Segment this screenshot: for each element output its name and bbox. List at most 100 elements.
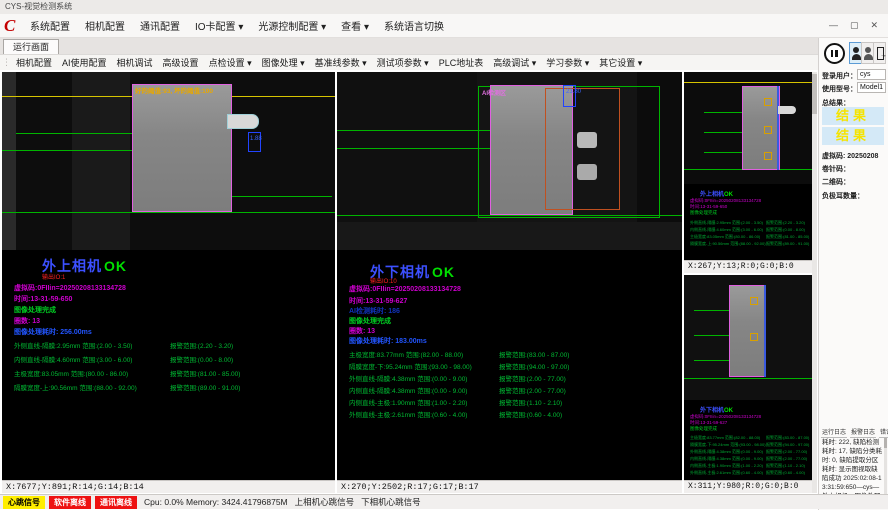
- menu-item[interactable]: 光源控制配置 ▾: [258, 18, 326, 33]
- measurement-alarm: 报警范围:(2.20 - 3.20): [766, 220, 805, 226]
- qr-code-label: 二维码：: [822, 177, 850, 187]
- roi-box: [545, 88, 620, 210]
- mini-camera-panel-top: 外上相机OK 虚拟码:0FIIin=20250208133134728 时间:1…: [684, 72, 812, 273]
- menu-item[interactable]: IO卡配置 ▾: [195, 18, 243, 33]
- measurement-value: 内侧直线-隔膜:4.38mm 范围:(0.00 - 9.00): [690, 456, 763, 462]
- measurement-value: 主极宽度:83.77mm 范围:(82.00 - 88.00): [690, 435, 760, 441]
- io-line: 输出IO:1: [42, 272, 65, 281]
- minimize-button[interactable]: —: [829, 20, 838, 31]
- log-scrollbar[interactable]: [884, 438, 887, 502]
- toolbar-button[interactable]: AI使用配置: [62, 56, 107, 69]
- measurement-value: 主极宽度:83.05mm 范围:(80.00 - 86.00): [14, 368, 128, 378]
- user-icon: [852, 54, 861, 60]
- toolbar-button[interactable]: 图像处理 ▾: [262, 56, 305, 69]
- measurement-value: 主极宽度:83.05mm 范围:(80.00 - 86.00): [690, 234, 760, 240]
- measurement-alarm: 报警范围:(94.00 - 97.00): [766, 442, 809, 448]
- measurement-row: 隔膜宽度-上:90.56mm 范围:(88.00 - 92.00) 报警范围:(…: [14, 382, 324, 396]
- measurement-value: 外侧直线-隔膜:4.38mm 范围:(0.00 - 9.00): [349, 373, 467, 383]
- menu-item[interactable]: 系统配置: [30, 18, 70, 33]
- image-band: [2, 72, 16, 250]
- measurement-alarm: 报警范围:(2.20 - 3.20): [170, 340, 233, 350]
- measurement-value: 主极宽度:83.77mm 范围:(82.00 - 88.00): [349, 349, 463, 359]
- toolbar-button[interactable]: 相机调试: [117, 56, 153, 69]
- menu-item[interactable]: 通讯配置: [140, 18, 180, 33]
- measurement-list: 外侧直线-隔膜:2.95mm 范围:(2.00 - 3.50) 报警范围:(2.…: [14, 340, 324, 396]
- measurement-row: 外侧直线-主极:2.61mm 范围:(0.60 - 4.00) 报警范围:(0.…: [690, 470, 808, 477]
- log-tab[interactable]: 错误日志: [879, 426, 888, 438]
- toolbar-grip-icon[interactable]: ⋮: [2, 57, 11, 68]
- measurement-alarm: 报警范围:(1.10 - 2.10): [499, 397, 562, 407]
- control-buttons: →: [821, 42, 887, 66]
- menu-item[interactable]: 系统语言切换: [384, 18, 444, 33]
- upper-camera-heartbeat: 上相机心跳信号: [295, 496, 355, 508]
- vertical-scrollbar[interactable]: [812, 72, 817, 493]
- toolbar-button[interactable]: 高级设置: [163, 56, 199, 69]
- toolbar-button[interactable]: 高级调试 ▾: [493, 56, 536, 69]
- toolbar-button[interactable]: 学习参数 ▾: [546, 56, 589, 69]
- mini-camera-title: 外上相机OK: [700, 189, 733, 198]
- pixel-status-bar: X:270;Y:2502;R:17;G:17;B:17: [337, 480, 682, 493]
- toolbar-button[interactable]: 相机配置: [16, 56, 52, 69]
- lower-camera-heartbeat: 下相机心跳信号: [361, 496, 421, 508]
- toolbar-button[interactable]: PLC地址表: [439, 56, 484, 69]
- menu-item[interactable]: 相机配置: [85, 18, 125, 33]
- measurement-alarm: 报警范围:(81.00 - 85.00): [170, 368, 240, 378]
- overlay-line: [337, 148, 490, 149]
- left-camera-image[interactable]: 好的阈值:93, 坏的阈值:100 1.88: [2, 72, 335, 250]
- left-camera-panel: 好的阈值:93, 坏的阈值:100 1.88 外上相机OK 输出IO:1 虚拟码…: [2, 72, 335, 493]
- mini-image[interactable]: [684, 72, 812, 184]
- maximize-button[interactable]: ▢: [850, 20, 859, 31]
- status-badge: 通讯离线: [95, 496, 137, 509]
- log-tab[interactable]: 运行日志: [821, 426, 847, 438]
- marker-box: [750, 333, 758, 341]
- middle-camera-image[interactable]: 23.80 AI检测区: [337, 72, 682, 250]
- mini-image[interactable]: [684, 275, 812, 400]
- scrollbar-thumb[interactable]: [812, 74, 817, 114]
- overlay-line: [694, 335, 729, 336]
- measurement-alarm: 报警范围:(0.60 - 4.00): [499, 409, 562, 419]
- exit-button[interactable]: →: [873, 42, 886, 64]
- measurement-value: 外侧直线-隔膜:2.95mm 范围:(2.00 - 3.50): [690, 220, 763, 226]
- overlay-line: [704, 152, 744, 153]
- measurement-row: 主极宽度:83.77mm 范围:(82.00 - 88.00) 报警范围:(83…: [690, 435, 808, 442]
- measurement-alarm: 报警范围:(89.00 - 91.00): [170, 382, 240, 392]
- login-user-value[interactable]: cys: [857, 69, 886, 80]
- window-controls: — ▢ ✕: [829, 20, 888, 31]
- measurement-value: 隔膜宽度-上:90.56mm 范围:(88.00 - 92.00): [14, 382, 137, 392]
- toolbar-button[interactable]: 基准线参数 ▾: [315, 56, 367, 69]
- overlay-line: [704, 112, 744, 113]
- overlay-line: [684, 82, 812, 83]
- window-title: CYS-视觉检测系统: [0, 0, 888, 14]
- model-value[interactable]: Model1: [857, 82, 886, 93]
- pause-button[interactable]: [824, 43, 845, 64]
- measurement-row: 内侧直线-隔膜:4.38mm 范围:(0.00 - 9.00) 报警范围:(2.…: [690, 456, 808, 463]
- mini-done: 图像处理完成: [690, 210, 717, 216]
- close-button[interactable]: ✕: [870, 20, 878, 31]
- toolbar-button[interactable]: 其它设置 ▾: [599, 56, 642, 69]
- bolt-highlight: [577, 132, 597, 148]
- measurement-row: 内侧直线-隔膜:4.38mm 范围:(0.00 - 9.00) 报警范围:(2.…: [349, 385, 669, 397]
- measurement-value: 隔膜宽度-下:95.24mm 范围:(93.00 - 98.00): [349, 361, 472, 371]
- measurement-alarm: 报警范围:(0.00 - 8.00): [170, 354, 233, 364]
- measurement-row: 内侧直线-主极:1.90mm 范围:(1.00 - 2.20) 报警范围:(1.…: [349, 397, 669, 409]
- measurement-row: 主极宽度:83.05mm 范围:(80.00 - 86.00) 报警范围:(81…: [14, 368, 324, 382]
- mini-done: 图像处理完成: [690, 426, 717, 432]
- measurement-row: 隔膜宽度-上:90.56mm 范围:(88.00 - 92.00) 报警范围:(…: [690, 241, 808, 248]
- barcode-value-label: 虚拟码: 20250208: [822, 151, 878, 161]
- overlay-line: [2, 212, 335, 213]
- menu-item[interactable]: 查看 ▾: [341, 18, 369, 33]
- measurement-value: 内侧直线-隔膜:4.60mm 范围:(3.00 - 6.00): [14, 354, 132, 364]
- marker-label: 1.88: [250, 136, 262, 142]
- log-tab[interactable]: 报警日志: [850, 426, 876, 438]
- toolbar-button[interactable]: 点检设置 ▾: [209, 56, 252, 69]
- measurement-list: 主极宽度:83.77mm 范围:(82.00 - 88.00) 报警范围:(83…: [349, 349, 669, 421]
- measurement-row: 外侧直线-主极:2.61mm 范围:(0.60 - 4.00) 报警范围:(0.…: [349, 409, 669, 421]
- measurement-value: 内侧直线-主极:1.90mm 范围:(1.00 - 2.20): [349, 397, 467, 407]
- measurement-alarm: 报警范围:(83.00 - 87.00): [499, 349, 569, 359]
- tab-count-label: 负极耳数量：: [822, 191, 864, 201]
- toolbar-button[interactable]: 测试项参数 ▾: [377, 56, 429, 69]
- tab-run-screen[interactable]: 运行画面: [3, 39, 59, 54]
- scrollbar-thumb[interactable]: [884, 438, 887, 448]
- measurement-alarm: 报警范围:(2.00 - 77.00): [766, 449, 807, 455]
- ai-region-overlay-text: AI检测区: [482, 88, 506, 97]
